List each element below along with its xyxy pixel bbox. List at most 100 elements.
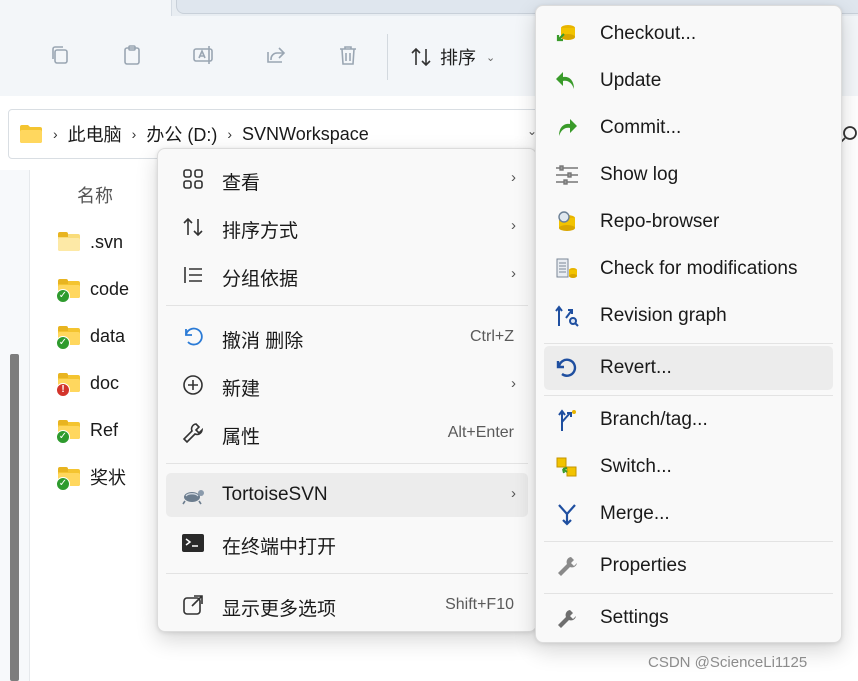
folder-icon: ✓ [56, 467, 82, 491]
copy-icon[interactable] [47, 42, 73, 68]
active-tab[interactable] [0, 0, 172, 16]
menu-item-undo-delete[interactable]: 撤消 删除 Ctrl+Z [166, 315, 528, 359]
list-item[interactable]: ✓ code [56, 274, 130, 304]
shortcut-label: Ctrl+Z [470, 328, 514, 345]
menu-item-switch[interactable]: Switch... [544, 445, 833, 489]
menu-item-show-log[interactable]: Show log [544, 153, 833, 197]
menu-item-label: Check for modifications [600, 258, 798, 279]
commit-icon [554, 116, 580, 140]
chevron-right-icon: › [511, 217, 516, 234]
menu-item-label: Merge... [600, 503, 670, 524]
file-name: doc [90, 372, 120, 393]
menu-separator [166, 573, 528, 574]
svn-modified-overlay-icon: ! [56, 383, 70, 397]
menu-item-svn-properties[interactable]: Properties [544, 544, 833, 588]
menu-item-label: Repo-browser [600, 211, 720, 232]
file-name: Ref [90, 419, 119, 440]
list-item[interactable]: ✓ 奖状 [56, 462, 126, 492]
revert-icon [554, 356, 580, 380]
menu-item-view[interactable]: 查看 › [166, 157, 528, 201]
menu-item-check-for-modifications[interactable]: Check for modifications [544, 247, 833, 291]
menu-separator [166, 463, 528, 464]
menu-item-tortoisesvn[interactable]: TortoiseSVN › [166, 473, 528, 517]
chevron-right-icon: › [227, 126, 233, 142]
column-header-name[interactable]: 名称 [77, 182, 113, 208]
menu-item-merge[interactable]: Merge... [544, 492, 833, 536]
paste-icon[interactable] [119, 42, 145, 68]
repo-browser-icon [554, 210, 580, 234]
menu-separator [544, 343, 833, 344]
menu-item-branch-tag[interactable]: Branch/tag... [544, 398, 833, 442]
settings-icon [554, 606, 580, 630]
menu-item-label: 分组依据 [222, 269, 299, 290]
merge-icon [554, 502, 580, 526]
toolbar-separator [387, 34, 388, 80]
breadcrumb-item-folder[interactable]: SVNWorkspace [242, 124, 369, 145]
undo-icon [180, 325, 206, 349]
menu-item-label: Branch/tag... [600, 409, 708, 430]
list-item[interactable]: ! doc [56, 368, 120, 398]
breadcrumb-item-drive[interactable]: 办公 (D:) [146, 121, 217, 147]
watermark: CSDN @ScienceLi1125 [648, 654, 808, 671]
check-modifications-icon [554, 257, 580, 281]
plus-circle-icon [180, 373, 206, 397]
menu-item-label: Revert... [600, 357, 672, 378]
menu-item-checkout[interactable]: Checkout... [544, 12, 833, 56]
menu-item-label: Show log [600, 164, 679, 185]
branch-icon [554, 408, 580, 432]
menu-item-update[interactable]: Update [544, 59, 833, 103]
list-item[interactable]: ✓ data [56, 321, 125, 351]
tortoisesvn-icon [180, 483, 206, 507]
revision-graph-icon [554, 304, 580, 328]
checkout-icon [554, 22, 580, 46]
list-item[interactable]: .svn [58, 227, 123, 257]
terminal-icon [180, 531, 206, 555]
chevron-down-icon: ⌄ [486, 51, 496, 64]
navigation-scrollbar[interactable] [10, 354, 19, 681]
menu-item-label: 显示更多选项 [222, 599, 337, 620]
rename-icon[interactable] [191, 42, 217, 68]
share-icon[interactable] [263, 42, 289, 68]
menu-separator [544, 395, 833, 396]
folder-icon [20, 125, 42, 143]
menu-item-new[interactable]: 新建 › [166, 363, 528, 407]
wrench-icon [180, 421, 206, 445]
menu-item-label: 在终端中打开 [222, 537, 337, 558]
menu-item-commit[interactable]: Commit... [544, 106, 833, 150]
external-icon [180, 593, 206, 617]
properties-icon [554, 554, 580, 578]
sort-button[interactable]: 排序 ⌄ [410, 44, 495, 70]
list-item[interactable]: ✓ Ref [56, 415, 119, 445]
menu-item-settings[interactable]: Settings [544, 596, 833, 640]
grid-icon [180, 167, 206, 191]
menu-item-properties[interactable]: 属性 Alt+Enter [166, 411, 528, 455]
chevron-right-icon: › [511, 265, 516, 282]
breadcrumb-item-this-pc[interactable]: 此电脑 [68, 121, 122, 147]
svn-normal-overlay-icon: ✓ [56, 336, 70, 350]
svn-normal-overlay-icon: ✓ [56, 430, 70, 444]
menu-item-show-more-options[interactable]: 显示更多选项 Shift+F10 [166, 583, 528, 627]
file-name: 奖状 [90, 468, 126, 488]
menu-item-label: Checkout... [600, 23, 697, 44]
folder-icon: ✓ [56, 279, 82, 303]
menu-item-label: TortoiseSVN [222, 484, 328, 505]
menu-item-group-by[interactable]: 分组依据 › [166, 253, 528, 297]
delete-icon[interactable] [335, 42, 361, 68]
menu-item-label: Commit... [600, 117, 682, 138]
chevron-right-icon: › [511, 485, 516, 502]
menu-item-label: Update [600, 70, 662, 91]
group-icon [180, 263, 206, 287]
menu-item-sort-by[interactable]: 排序方式 › [166, 205, 528, 249]
shortcut-label: Alt+Enter [447, 424, 514, 441]
menu-item-open-in-terminal[interactable]: 在终端中打开 [166, 521, 528, 565]
shortcut-label: Shift+F10 [445, 596, 514, 613]
log-icon [554, 163, 580, 187]
menu-separator [544, 541, 833, 542]
chevron-right-icon: › [131, 126, 137, 142]
file-name: code [90, 278, 130, 299]
menu-item-revert[interactable]: Revert... [544, 346, 833, 390]
menu-item-repo-browser[interactable]: Repo-browser [544, 200, 833, 244]
menu-item-label: Settings [600, 607, 669, 628]
menu-item-label: 新建 [222, 379, 261, 400]
menu-item-revision-graph[interactable]: Revision graph [544, 294, 833, 338]
